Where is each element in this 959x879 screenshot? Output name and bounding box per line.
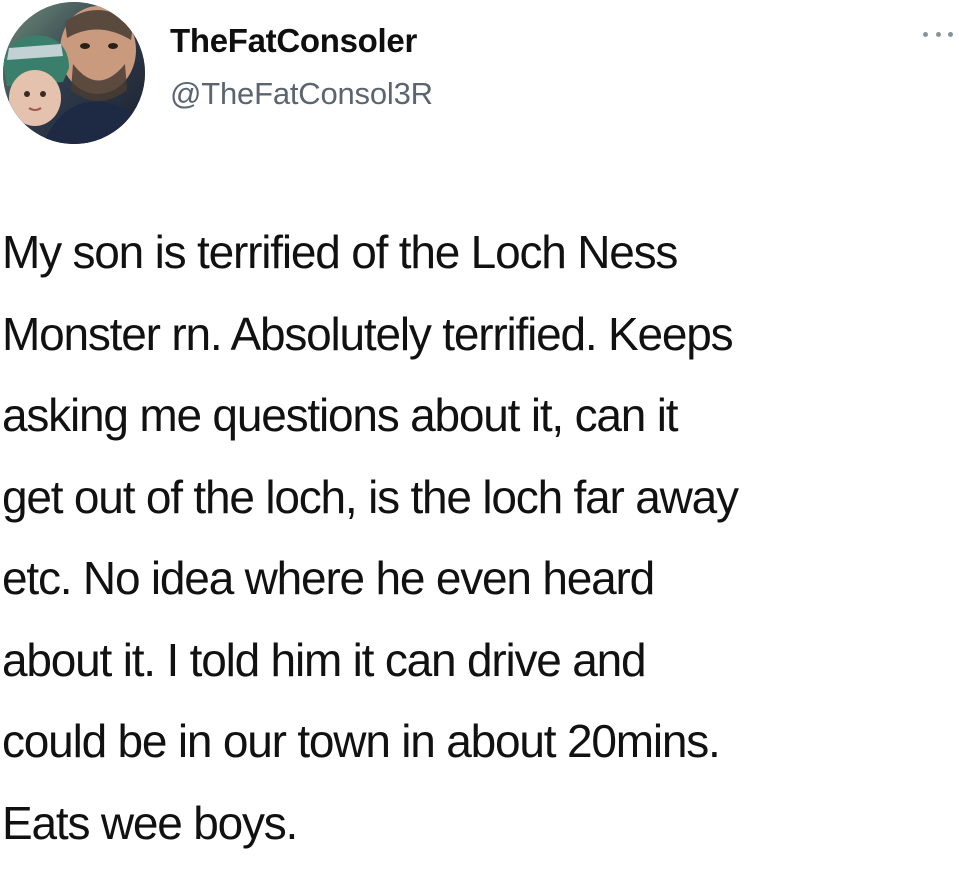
tweet-text-line: Eats wee boys. — [2, 796, 298, 849]
more-dot — [948, 31, 953, 37]
tweet-text-line: Monster rn. Absolutely terrified. Keeps — [2, 307, 734, 360]
author-handle[interactable]: @TheFatConsol3R — [170, 76, 433, 112]
more-dot — [935, 31, 941, 37]
tweet-text: My son is terrified of the Loch Ness Mon… — [2, 212, 957, 864]
tweet-text-line: could be in our town in about 20mins. — [2, 715, 721, 767]
tweet-text-line: My son is terrified of the Loch Ness — [2, 226, 678, 278]
tweet-text-line: about it. I told him it can drive and — [2, 633, 647, 686]
tweet-text-line: asking me questions about it, can it — [2, 389, 679, 441]
tweet-text-line: etc. No idea where he even heard — [2, 552, 655, 604]
more-options-icon[interactable] — [923, 22, 953, 46]
author-display-name[interactable]: TheFatConsoler — [170, 22, 417, 60]
avatar-image — [3, 2, 145, 144]
avatar[interactable] — [3, 2, 145, 144]
tweet-card: TheFatConsoler @TheFatConsol3R My son is… — [0, 0, 959, 879]
tweet-text-line: get out of the loch, is the loch far awa… — [2, 470, 739, 523]
more-dot — [923, 31, 928, 37]
